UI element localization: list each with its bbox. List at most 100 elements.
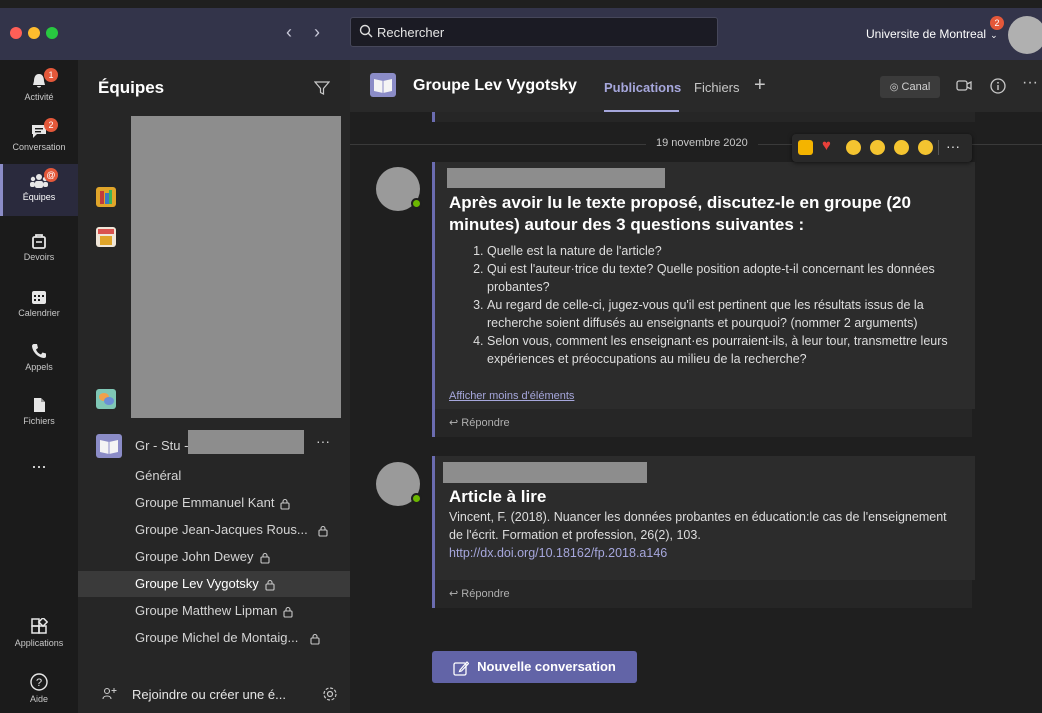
- redacted-author: [443, 462, 647, 483]
- filter-icon[interactable]: [314, 80, 330, 96]
- svg-text:?: ?: [36, 677, 42, 689]
- channel-general[interactable]: Général: [78, 463, 350, 489]
- rail-label: Applications: [14, 638, 64, 648]
- team-more-button[interactable]: ···: [316, 433, 330, 449]
- more-actions-icon[interactable]: ···: [946, 138, 960, 154]
- author-avatar[interactable]: [376, 167, 422, 211]
- rail-item-aide[interactable]: ? Aide: [0, 672, 78, 712]
- app-rail: Activité 1 Conversation 2 Équipes @ Devo…: [0, 60, 78, 713]
- tab-fichiers[interactable]: Fichiers: [694, 80, 740, 95]
- teams-mention-badge: @: [44, 168, 58, 182]
- add-people-icon: [102, 687, 117, 700]
- add-tab-button[interactable]: +: [754, 74, 766, 97]
- channel-dewey[interactable]: Groupe John Dewey: [78, 544, 350, 570]
- assignment-icon: [32, 234, 46, 249]
- rail-item-activite[interactable]: Activité 1: [0, 68, 78, 118]
- rail-label: Activité: [24, 92, 54, 102]
- file-icon: [34, 398, 45, 412]
- presence-dot: [411, 493, 422, 504]
- team-avatar-books[interactable]: [96, 187, 116, 207]
- more-options-icon[interactable]: ···: [1022, 74, 1038, 92]
- channel-vygotsky[interactable]: Groupe Lev Vygotsky: [78, 571, 350, 597]
- message-card-1: Après avoir lu le texte proposé, discute…: [432, 162, 975, 409]
- question-item: Au regard de celle-ci, jugez-vous qu'il …: [487, 296, 949, 332]
- show-less-link[interactable]: Afficher moins d'éléments: [449, 390, 574, 402]
- minimize-window-button[interactable]: [28, 27, 40, 39]
- presence-dot: [411, 198, 422, 209]
- message-card-2: Article à lire Vincent, F. (2018). Nuanc…: [432, 456, 975, 580]
- user-avatar[interactable]: [1008, 16, 1042, 54]
- conversation-feed: 19 novembre 2020 Après avoir lu le texte…: [350, 112, 1042, 713]
- back-arrow-icon[interactable]: ‹: [286, 22, 292, 43]
- join-or-create-team-button[interactable]: Rejoindre ou créer une é...: [78, 676, 350, 713]
- channel-kant[interactable]: Groupe Emmanuel Kant: [78, 490, 350, 516]
- more-apps-button[interactable]: ...: [0, 452, 78, 476]
- rail-label: Devoirs: [23, 252, 55, 262]
- apps-icon: [31, 618, 48, 634]
- rail-label: Calendrier: [18, 308, 60, 318]
- info-icon[interactable]: [989, 77, 1007, 95]
- channel-info-button[interactable]: ◎ Canal: [880, 76, 940, 98]
- question-list: Quelle est la nature de l'article? Qui e…: [449, 242, 949, 368]
- rail-item-applications[interactable]: Applications: [0, 618, 78, 664]
- compose-icon: [453, 660, 470, 676]
- laugh-reaction-icon[interactable]: [846, 140, 861, 155]
- reply-label: Répondre: [461, 417, 510, 429]
- channel-label: Groupe Michel de Montaig...: [135, 630, 299, 645]
- tab-publications[interactable]: Publications: [604, 80, 681, 95]
- lock-icon: [283, 606, 293, 618]
- close-window-button[interactable]: [10, 27, 22, 39]
- channel-lipman[interactable]: Groupe Matthew Lipman: [78, 598, 350, 624]
- sad-reaction-icon[interactable]: [894, 140, 909, 155]
- reply-icon: ↩: [449, 417, 459, 429]
- channel-header: Groupe Lev Vygotsky Publications Fichier…: [350, 60, 1042, 112]
- like-reaction-icon[interactable]: [798, 140, 813, 155]
- team-avatar-school[interactable]: [96, 227, 116, 247]
- new-conversation-button[interactable]: Nouvelle conversation: [432, 651, 637, 683]
- settings-gear-icon[interactable]: [322, 686, 338, 702]
- rail-label: Aide: [29, 694, 48, 704]
- team-avatar-book[interactable]: [96, 434, 122, 458]
- author-avatar[interactable]: [376, 462, 422, 506]
- doi-link[interactable]: http://dx.doi.org/10.18162/fp.2018.a146: [449, 546, 667, 560]
- heart-reaction-icon[interactable]: ♥: [822, 137, 831, 154]
- calendar-icon: [32, 291, 46, 304]
- maximize-window-button[interactable]: [46, 27, 58, 39]
- rail-item-devoirs[interactable]: Devoirs: [0, 232, 78, 278]
- chevron-down-icon: ⌄: [990, 30, 998, 40]
- open-book-icon: [100, 440, 118, 454]
- rail-item-conversation[interactable]: Conversation 2: [0, 118, 78, 170]
- reaction-divider: [938, 140, 939, 155]
- meet-camera-icon[interactable]: [955, 77, 973, 95]
- channel-rousseau[interactable]: Groupe Jean-Jacques Rous...: [78, 517, 350, 543]
- rail-item-fichiers[interactable]: Fichiers: [0, 396, 78, 442]
- rail-item-equipes[interactable]: Équipes @: [0, 164, 78, 216]
- channel-montaigne[interactable]: Groupe Michel de Montaig...: [78, 625, 350, 651]
- channel-title: Groupe Lev Vygotsky: [413, 77, 577, 94]
- forward-arrow-icon[interactable]: ›: [314, 22, 320, 43]
- team-avatar-chat[interactable]: [96, 389, 116, 409]
- search-icon: [359, 24, 373, 38]
- date-label: 19 novembre 2020: [646, 137, 758, 149]
- previous-reply-row[interactable]: [432, 112, 975, 122]
- reply-button[interactable]: ↩ Répondre: [432, 580, 972, 608]
- activity-badge: 1: [44, 68, 58, 82]
- team-name[interactable]: Gr - Stu -: [135, 438, 188, 453]
- search-input[interactable]: Rechercher: [350, 17, 718, 47]
- rail-item-calendrier[interactable]: Calendrier: [0, 288, 78, 334]
- new-conversation-label: Nouvelle conversation: [477, 659, 616, 674]
- reply-button[interactable]: ↩ Répondre: [432, 409, 972, 437]
- title-bar: ‹ › Rechercher Universite de Montreal ⌄ 2: [0, 8, 1042, 60]
- reaction-bar: ♥ ···: [792, 134, 972, 162]
- channel-team-avatar: [370, 73, 396, 97]
- message-title: Après avoir lu le texte proposé, discute…: [449, 193, 911, 234]
- org-switcher[interactable]: Universite de Montreal ⌄: [866, 27, 998, 41]
- angry-reaction-icon[interactable]: [918, 140, 933, 155]
- lock-icon: [265, 579, 275, 591]
- channel-label: Général: [135, 468, 182, 483]
- rail-item-appels[interactable]: Appels: [0, 342, 78, 388]
- surprised-reaction-icon[interactable]: [870, 140, 885, 155]
- join-label: Rejoindre ou créer une é...: [132, 687, 286, 702]
- school-icon: [98, 229, 114, 245]
- redacted-team-name: [188, 430, 304, 454]
